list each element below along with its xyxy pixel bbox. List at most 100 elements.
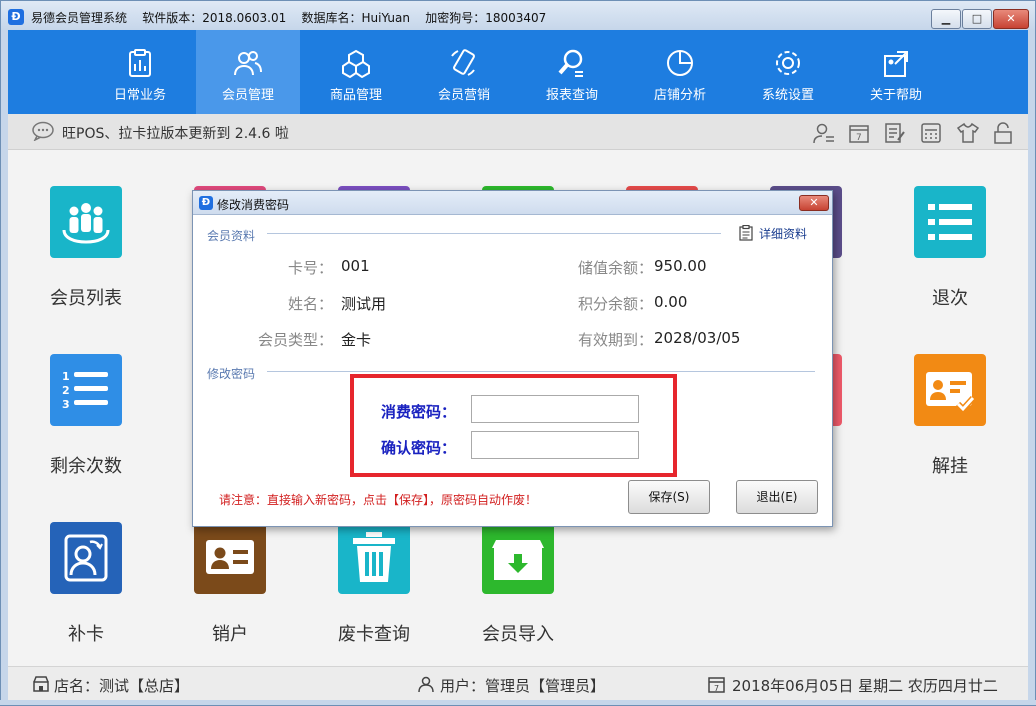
confirm-password-input[interactable] [471,431,639,459]
member-type-label: 会员类型： [257,331,333,349]
store-icon [33,676,49,692]
expiry-label: 有效期到： [577,331,653,349]
nav-item-analysis[interactable]: 店铺分析 [628,30,732,114]
trash-icon [353,532,395,582]
window-border-bottom [0,700,1036,706]
reissue-card-tile[interactable] [50,522,122,594]
gear-icon [776,51,800,75]
password-label: 消费密码： [381,403,457,421]
nav-item-members[interactable]: 会员管理 [196,30,300,114]
card-no-value: 001 [341,257,370,275]
current-date: 2018年06月05日 星期二 农历四月廿二 [732,677,998,695]
user-icon [418,676,434,692]
divider [267,371,815,372]
nav-item-help[interactable]: 关于帮助 [844,30,948,114]
password-input[interactable] [471,395,639,423]
nav-label: 商品管理 [329,88,382,103]
minimize-button[interactable]: ▁ [931,9,961,29]
window-title: 易德会员管理系统 软件版本：2018.0603.01 数据库名：HuiYuan … [31,11,547,25]
balance-value: 950.00 [654,257,707,275]
member-list-tile[interactable] [50,186,122,258]
nav-label: 会员管理 [221,88,274,103]
tile-label: 废卡查询 [338,624,410,645]
divider [267,233,721,234]
nav-label: 关于帮助 [869,88,922,103]
svg-text:1: 1 [62,370,70,383]
calculator-icon[interactable] [920,122,942,144]
close-button[interactable]: ✕ [993,9,1029,29]
tile-label: 会员导入 [482,624,554,645]
users-icon [234,51,262,76]
tile-label: 销户 [212,624,248,645]
warning-note: 请注意：直接输入新密码，点击【保存】，原密码自动作废！ [219,493,538,507]
cancel-account-tile[interactable] [194,522,266,594]
member-import-tile[interactable] [482,522,554,594]
nav-item-reports[interactable]: 报表查询 [520,30,624,114]
nav-label: 日常业务 [113,88,166,103]
section-member-info: 会员资料 [207,229,256,243]
numbered-list-icon: 123 [62,370,108,411]
store-name: 店名：测试【总店】 [54,677,190,695]
chat-bubble-icon [32,121,54,141]
nav-label: 会员营销 [437,88,490,103]
exit-button[interactable]: 退出(E) [736,480,818,514]
nav-item-daily[interactable]: 日常业务 [88,30,192,114]
section-change-password: 修改密码 [207,367,256,381]
dialog-close-button[interactable]: ✕ [799,195,829,211]
svg-text:3: 3 [62,398,70,411]
nav-item-settings[interactable]: 系统设置 [736,30,840,114]
member-type-value: 金卡 [341,331,372,349]
app-logo-icon: Ð [8,9,24,25]
balance-label: 储值余额： [577,259,653,277]
maximize-button[interactable]: □ [962,9,992,29]
svg-text:7: 7 [856,133,862,143]
dialog-titlebar: Ð 修改消费密码 ✕ [193,191,832,215]
import-box-icon [492,540,544,580]
window-border-left [0,30,8,706]
name-value: 测试用 [341,295,387,313]
tshirt-icon[interactable] [956,122,980,144]
document-icon [739,225,753,241]
id-card-icon [206,540,254,574]
clipboard-chart-icon [129,49,151,77]
confirm-password-label: 确认密码： [381,439,457,457]
save-button[interactable]: 保存(S) [628,480,710,514]
points-label: 积分余额： [577,295,653,313]
id-card-check-icon [926,372,976,414]
user-switch-icon[interactable] [812,122,836,144]
highlight-box [350,374,677,477]
status-bar: 店名：测试【总店】 用户：管理员【管理员】 7 2018年06月05日 星期二 … [8,666,1028,700]
card-no-label: 卡号： [287,259,333,277]
detail-info-link[interactable]: 详细资料 [759,225,807,242]
nav-item-marketing[interactable]: 会员营销 [412,30,516,114]
tile-label: 剩余次数 [50,456,122,477]
remaining-count-tile[interactable]: 123 [50,354,122,426]
member-group-icon [62,203,110,244]
current-user: 用户：管理员【管理员】 [440,677,606,695]
tile-label: 解挂 [932,456,968,477]
nav-item-products[interactable]: 商品管理 [304,30,408,114]
svg-text:7: 7 [714,684,719,693]
magnifier-icon [558,49,583,77]
notice-text[interactable]: 旺POS、拉卡拉版本更新到 2.4.6 啦 [62,123,289,143]
edit-list-icon[interactable] [884,122,906,144]
void-card-query-tile[interactable] [338,522,410,594]
notice-bar: 旺POS、拉卡拉版本更新到 2.4.6 啦 7 [8,114,1028,150]
dialog-title: 修改消费密码 [217,198,290,212]
tile-label: 退次 [932,288,968,309]
refund-tile[interactable] [914,186,986,258]
tile-label: 会员列表 [50,288,122,309]
calendar-icon[interactable]: 7 [848,122,870,144]
main-nav: 日常业务 会员管理 商品管理 会员营销 报表查询 店铺分析 系统设置 关于帮助 [8,30,1028,114]
unfreeze-tile[interactable] [914,354,986,426]
lock-icon[interactable] [992,122,1014,144]
mobile-icon [451,49,475,76]
window-border-right [1028,30,1036,706]
calendar-icon: 7 [708,677,725,693]
help-icon [884,51,908,77]
boxes-icon [342,49,370,78]
card-reissue-icon [64,534,108,582]
pie-chart-icon [667,50,693,76]
change-password-dialog: Ð 修改消费密码 ✕ 会员资料 详细资料 卡号： 001 姓名： 测试用 会员类… [192,190,833,527]
svg-text:2: 2 [62,384,70,397]
